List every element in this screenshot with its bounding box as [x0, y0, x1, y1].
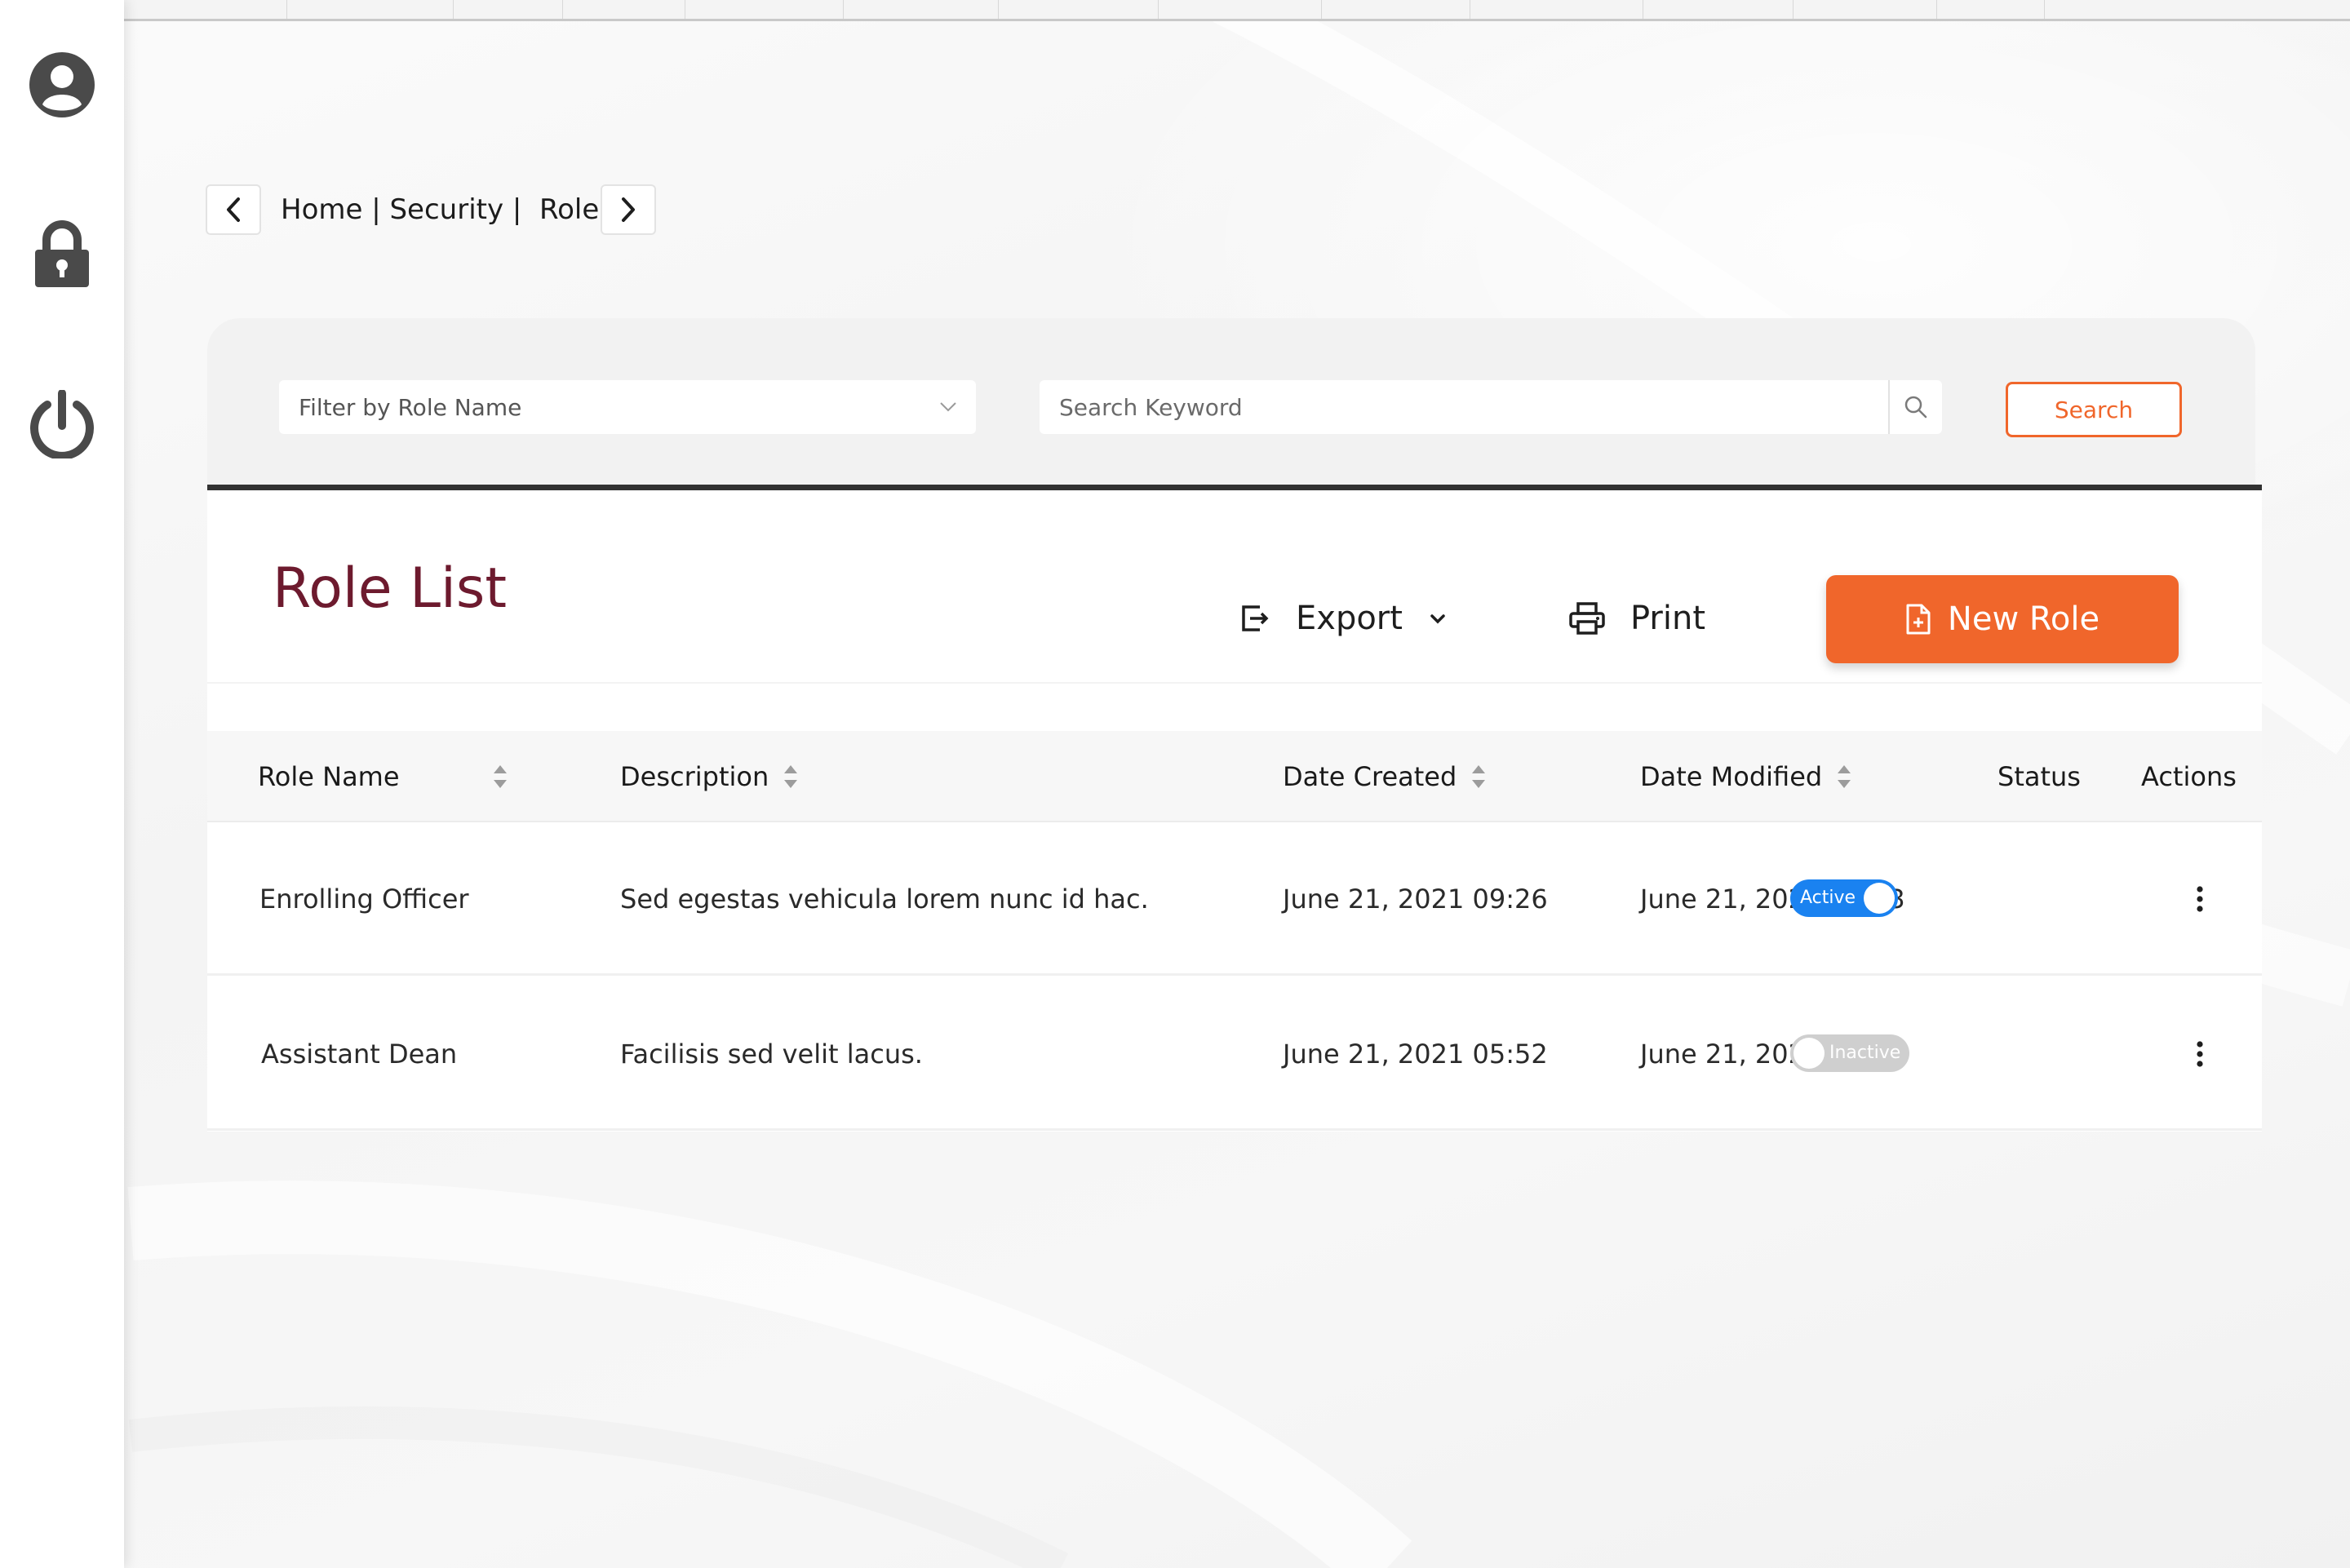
status-toggle[interactable]: Active — [1790, 879, 1898, 917]
column-header-actions: Actions — [2141, 731, 2237, 822]
top-toolbar-strip — [124, 0, 2350, 21]
table-row[interactable]: Assistant Dean Facilisis sed velit lacus… — [207, 977, 2262, 1131]
status-toggle[interactable]: Inactive — [1790, 1034, 1909, 1072]
printer-icon — [1569, 602, 1605, 635]
breadcrumb[interactable]: Home | Security | Roles — [281, 184, 614, 235]
column-header-date-created[interactable]: Date Created — [1283, 731, 1486, 822]
role-name-filter-value: Filter by Role Name — [299, 393, 522, 421]
chevron-down-icon — [940, 402, 956, 412]
chevron-left-icon — [227, 197, 240, 222]
column-header-date-modified[interactable]: Date Modified — [1640, 731, 1851, 822]
sort-icon — [783, 765, 798, 788]
chevron-down-icon — [1430, 614, 1445, 624]
column-header-status: Status — [1998, 731, 2081, 822]
search-button[interactable]: Search — [2006, 382, 2182, 437]
export-icon — [1242, 605, 1269, 631]
search-icon-button[interactable] — [1888, 380, 1942, 434]
date-created-cell: June 21, 2021 09:26 — [1283, 884, 1548, 915]
date-created-cell: June 21, 2021 05:52 — [1283, 1039, 1548, 1070]
table-header: Role Name Description Date Created Date … — [207, 731, 2262, 822]
more-vertical-icon — [2197, 886, 2203, 912]
breadcrumb-forward-button[interactable] — [601, 184, 656, 235]
column-header-label: Status — [1998, 761, 2081, 792]
power-icon — [30, 390, 94, 458]
sort-icon — [1471, 765, 1486, 788]
chevron-right-icon — [622, 197, 635, 222]
column-header-label: Actions — [2141, 761, 2237, 792]
role-name-cell: Assistant Dean — [261, 1039, 458, 1070]
new-document-icon — [1906, 604, 1931, 635]
column-header-role-name[interactable]: Role Name — [258, 731, 527, 822]
column-header-label: Date Modified — [1640, 761, 1823, 792]
row-actions-button[interactable] — [2179, 875, 2221, 924]
role-name-filter-select[interactable]: Filter by Role Name — [279, 380, 976, 434]
export-button[interactable]: Export — [1239, 581, 1447, 656]
list-header-divider — [207, 682, 2262, 684]
row-actions-button[interactable] — [2179, 1030, 2221, 1079]
column-header-label: Role Name — [258, 761, 400, 792]
search-input[interactable] — [1040, 380, 1888, 434]
lock-icon — [35, 220, 89, 287]
print-label: Print — [1630, 600, 1706, 637]
description-cell: Sed egestas vehicula lorem nunc id hac. — [620, 884, 1149, 915]
table-row[interactable]: Enrolling Officer Sed egestas vehicula l… — [207, 822, 2262, 976]
sidebar-item-logout[interactable] — [28, 390, 96, 458]
sort-icon — [493, 765, 508, 788]
print-button[interactable]: Print — [1568, 581, 1705, 656]
sidebar-item-security[interactable] — [28, 220, 96, 289]
breadcrumb-back-button[interactable] — [206, 184, 261, 235]
status-toggle-label: Inactive — [1829, 1043, 1901, 1063]
sidebar-item-profile[interactable] — [28, 51, 96, 119]
export-label: Export — [1296, 600, 1403, 637]
search-icon — [1904, 396, 1927, 419]
column-header-label: Date Created — [1283, 761, 1457, 792]
new-role-label: New Role — [1947, 600, 2100, 638]
column-header-description[interactable]: Description — [620, 731, 798, 822]
description-cell: Facilisis sed velit lacus. — [620, 1039, 923, 1070]
sidebar — [0, 0, 124, 1568]
column-header-label: Description — [620, 761, 769, 792]
more-vertical-icon — [2197, 1041, 2203, 1067]
role-name-cell: Enrolling Officer — [259, 884, 469, 915]
toggle-knob — [1794, 1038, 1825, 1069]
page-title: Role List — [273, 556, 508, 621]
user-circle-icon — [29, 52, 95, 117]
toggle-knob — [1864, 883, 1895, 914]
new-role-button[interactable]: New Role — [1826, 575, 2179, 663]
sort-icon — [1837, 765, 1851, 788]
filter-panel-divider — [207, 485, 2262, 490]
status-toggle-label: Active — [1800, 888, 1856, 908]
